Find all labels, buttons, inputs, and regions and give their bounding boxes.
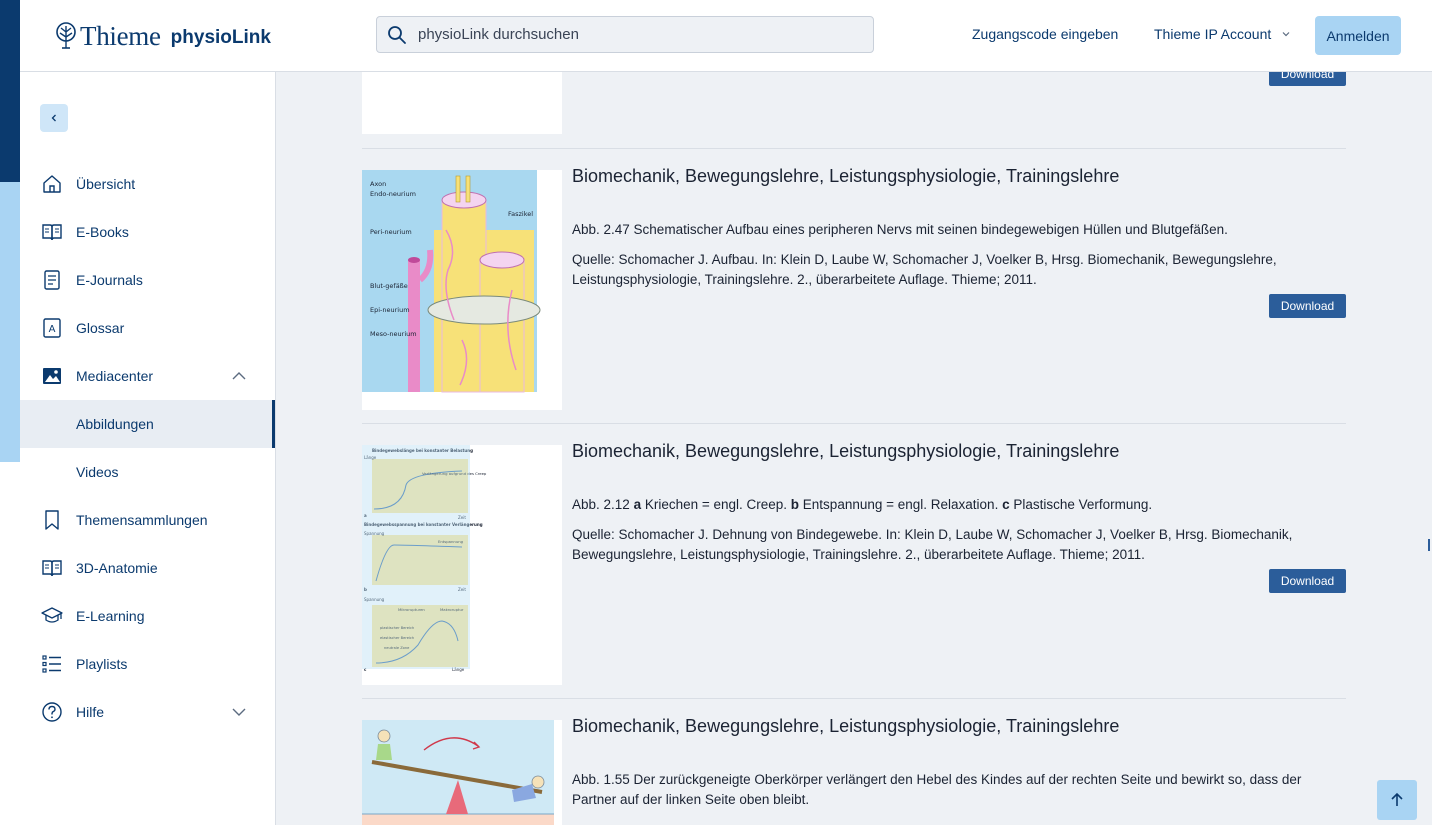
graduation-cap-icon [41, 607, 63, 623]
sidebar-item-label: Übersicht [76, 176, 136, 192]
download-button[interactable]: Download [1269, 569, 1346, 593]
search-icon [388, 25, 406, 44]
result-source: Quelle: Schomacher J. Dehnung von Bindeg… [572, 527, 1293, 562]
result-source: Quelle: Schomacher J. Aufbau. In: Klein … [572, 252, 1277, 287]
sidebar-item-label: E-Books [76, 224, 129, 240]
thieme-tree-icon [56, 22, 76, 49]
sidebar-item-ebooks[interactable]: E-Books [20, 208, 275, 256]
chevron-left-icon [51, 114, 56, 122]
collapse-sidebar-button[interactable] [40, 104, 68, 132]
result-divider [362, 148, 1346, 149]
sidebar: Übersicht E-Books E-Journals A Glossar M… [20, 72, 276, 825]
result-card: Bindegewebslänge bei konstanter Belastun… [362, 441, 1346, 685]
seesaw-figure-image [362, 720, 554, 825]
sidebar-item-label: E-Learning [76, 608, 145, 624]
sidebar-item-playlists[interactable]: Playlists [20, 640, 275, 688]
list-icon [42, 655, 61, 673]
book-icon [42, 560, 62, 577]
result-title[interactable]: Biomechanik, Bewegungslehre, Leistungsph… [572, 441, 1119, 462]
sidebar-item-label: Playlists [76, 656, 128, 672]
scroll-to-top-button[interactable] [1377, 780, 1417, 820]
sidebar-item-videos[interactable]: Videos [20, 448, 275, 496]
sidebar-item-hilfe[interactable]: Hilfe [20, 688, 275, 736]
result-caption: Abb. 2.12 a Kriechen = engl. Creep. b En… [572, 497, 1153, 512]
result-caption: Abb. 2.47 Schematischer Aufbau eines per… [572, 222, 1228, 237]
result-divider [362, 698, 1346, 699]
result-divider [362, 423, 1346, 424]
glossary-icon: A [43, 318, 61, 338]
figure-label-axon: Axon [370, 180, 386, 188]
svg-text:A: A [49, 324, 56, 335]
figure-label-endoneurium: Endo-neurium [370, 190, 416, 198]
sidebar-item-elearning[interactable]: E-Learning [20, 592, 275, 640]
document-icon [44, 270, 60, 290]
brand-strip-middle [0, 182, 20, 462]
scrollbar-thumb[interactable] [1426, 538, 1432, 552]
sidebar-item-label: 3D-Anatomie [76, 560, 158, 576]
result-card: Download [362, 72, 1346, 134]
search-input[interactable] [416, 25, 873, 44]
book-icon [42, 224, 62, 241]
result-card: Axon Endo-neurium Faszikel Peri-neurium … [362, 166, 1346, 410]
sidebar-item-label: Mediacenter [76, 368, 154, 384]
home-icon [43, 175, 61, 193]
result-thumbnail[interactable] [362, 72, 562, 134]
arrow-up-icon [1391, 792, 1403, 806]
result-thumbnail[interactable]: Bindegewebslänge bei konstanter Belastun… [362, 445, 562, 685]
sidebar-item-label: Themensammlungen [76, 512, 208, 528]
image-icon [43, 368, 61, 384]
brand-strip-top [0, 0, 20, 182]
sidebar-item-label: Abbildungen [76, 416, 154, 432]
chevron-down-icon [232, 708, 246, 716]
sidebar-item-glossar[interactable]: A Glossar [20, 304, 275, 352]
sidebar-item-label: Videos [76, 464, 119, 480]
figure-label-epineurium: Epi-neurium [370, 306, 410, 314]
result-card: Biomechanik, Bewegungslehre, Leistungsph… [362, 716, 1346, 825]
login-button[interactable]: Anmelden [1315, 16, 1401, 55]
sidebar-item-ejournals[interactable]: E-Journals [20, 256, 275, 304]
sidebar-item-label: E-Journals [76, 272, 143, 288]
chevron-down-icon [1282, 32, 1290, 37]
sidebar-item-themensammlungen[interactable]: Themensammlungen [20, 496, 275, 544]
ip-account-dropdown[interactable]: Thieme IP Account [1154, 26, 1291, 42]
brand-strip-bottom [0, 462, 20, 825]
result-title[interactable]: Biomechanik, Bewegungslehre, Leistungsph… [572, 716, 1119, 737]
top-header: Thieme physioLink Zugangscode eingeben T… [20, 0, 1432, 72]
ip-account-label: Thieme IP Account [1154, 26, 1272, 42]
sidebar-item-label: Glossar [76, 320, 125, 336]
sidebar-item-3d-anatomie[interactable]: 3D-Anatomie [20, 544, 275, 592]
result-title[interactable]: Biomechanik, Bewegungslehre, Leistungsph… [572, 166, 1119, 187]
logo-text: Thieme [80, 20, 161, 51]
chevron-up-icon [232, 372, 246, 380]
result-thumbnail[interactable]: Axon Endo-neurium Faszikel Peri-neurium … [362, 170, 562, 410]
result-caption: Abb. 1.55 Der zurückgeneigte Oberkörper … [572, 772, 1302, 807]
figure-label-faszikel: Faszikel [508, 210, 533, 218]
logo-product-name: physioLink [170, 27, 271, 48]
access-code-link[interactable]: Zugangscode eingeben [972, 26, 1118, 42]
sidebar-item-label: Hilfe [76, 704, 105, 720]
figure-label-mesoneurium: Meso-neurium [370, 330, 417, 338]
thieme-logo[interactable]: Thieme physioLink [56, 20, 271, 52]
help-icon [42, 702, 62, 722]
search-box[interactable] [376, 16, 874, 53]
sidebar-item-uebersicht[interactable]: Übersicht [20, 160, 275, 208]
nerve-figure-image: Axon Endo-neurium Faszikel Peri-neurium … [362, 170, 541, 393]
figure-label-blutgefaesse: Blut-gefäße [370, 282, 408, 290]
sidebar-item-mediacenter[interactable]: Mediacenter [20, 352, 275, 400]
download-button[interactable]: Download [1269, 72, 1346, 86]
sidebar-item-abbildungen[interactable]: Abbildungen [20, 400, 275, 448]
bookmark-icon [45, 510, 59, 530]
creep-relaxation-figure-image: Bindegewebslänge bei konstanter Belastun… [362, 445, 487, 672]
results-list: Download Axon Endo-neurium Faszikel Peri… [276, 72, 1432, 825]
result-thumbnail[interactable] [362, 720, 562, 825]
figure-label-perineurium: Peri-neurium [370, 228, 412, 236]
download-button[interactable]: Download [1269, 294, 1346, 318]
